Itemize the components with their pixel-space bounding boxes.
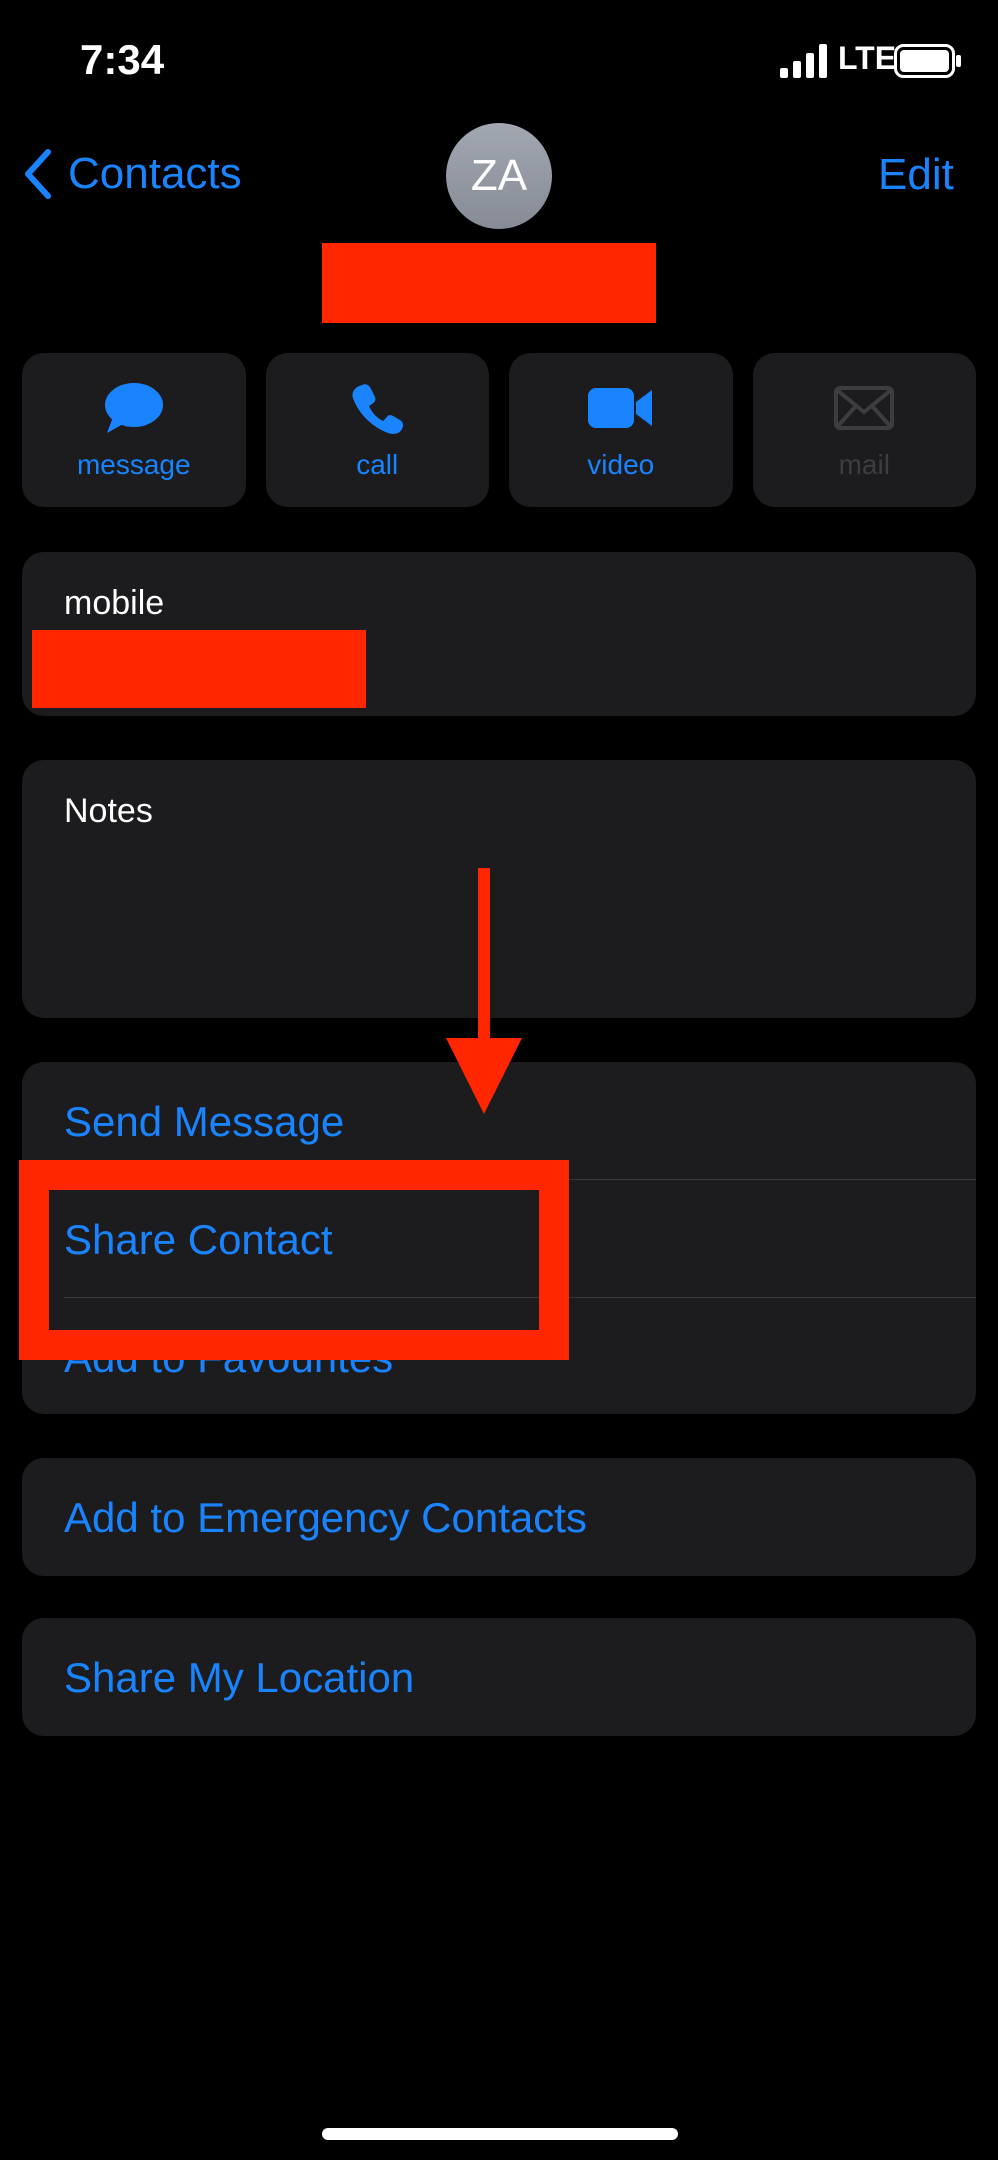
share-location-option[interactable]: Share My Location bbox=[22, 1618, 976, 1736]
video-button[interactable]: video bbox=[509, 353, 733, 507]
signal-strength-icon bbox=[780, 44, 827, 78]
mail-button[interactable]: mail bbox=[752, 353, 976, 507]
edit-button[interactable]: Edit bbox=[878, 150, 954, 200]
annotation-highlight-box bbox=[19, 1160, 569, 1360]
redacted-phone-number bbox=[32, 630, 366, 708]
message-label: message bbox=[76, 449, 191, 480]
message-button[interactable]: message bbox=[22, 353, 246, 507]
chevron-left-icon bbox=[25, 149, 51, 199]
share-location-label: Share My Location bbox=[64, 1654, 415, 1701]
message-bubble-icon bbox=[103, 379, 165, 437]
call-button[interactable]: call bbox=[265, 353, 489, 507]
status-time: 7:34 bbox=[80, 36, 165, 83]
phone-type-label: mobile bbox=[64, 584, 165, 622]
add-emergency-contact-label: Add to Emergency Contacts bbox=[64, 1494, 587, 1541]
battery-icon bbox=[894, 44, 961, 78]
phone-icon bbox=[350, 379, 404, 437]
avatar[interactable]: ZA bbox=[446, 123, 552, 229]
add-emergency-contact-option[interactable]: Add to Emergency Contacts bbox=[22, 1458, 976, 1576]
annotation-arrow-icon bbox=[446, 868, 522, 1114]
redacted-contact-name bbox=[322, 243, 656, 323]
back-label: Contacts bbox=[68, 149, 242, 198]
mail-label: mail bbox=[838, 449, 890, 480]
video-label: video bbox=[587, 449, 655, 480]
phone-number-card[interactable]: mobile bbox=[22, 552, 976, 716]
send-message-label: Send Message bbox=[64, 1098, 345, 1145]
home-indicator[interactable] bbox=[322, 2128, 678, 2140]
call-label: call bbox=[356, 449, 399, 480]
notes-label: Notes bbox=[64, 792, 153, 830]
action-buttons: message call video mail bbox=[22, 353, 976, 507]
envelope-icon bbox=[834, 379, 895, 437]
video-camera-icon bbox=[587, 379, 654, 437]
back-button[interactable]: Contacts bbox=[22, 148, 242, 200]
network-type: LTE bbox=[838, 40, 897, 76]
